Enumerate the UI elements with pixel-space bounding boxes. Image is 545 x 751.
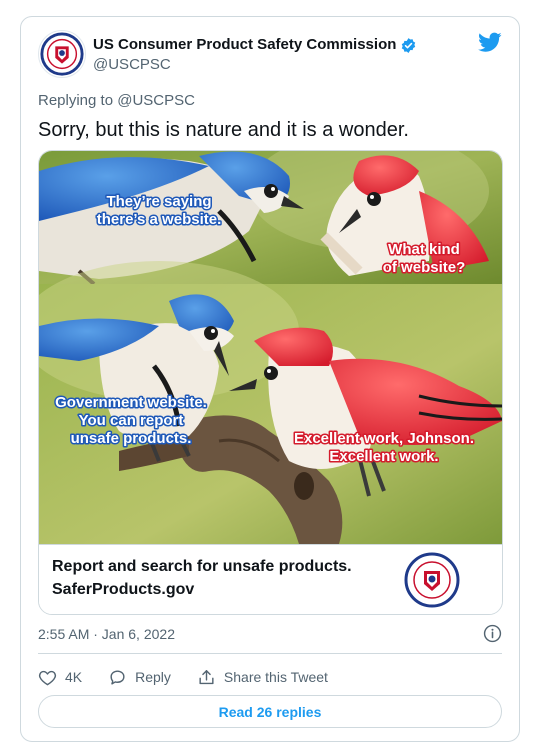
like-count[interactable]: 4K — [65, 669, 82, 685]
share-label[interactable]: Share this Tweet — [224, 669, 328, 685]
caption-bottom-left-2: You can report — [79, 412, 184, 429]
reply-action[interactable]: Reply — [108, 668, 171, 687]
replying-to-handle[interactable]: @USCPSC — [117, 92, 195, 109]
tweet-header: US Consumer Product Safety Commission @U… — [38, 30, 502, 80]
author-avatar[interactable] — [38, 30, 86, 78]
caption-bottom-left-3: unsafe products. — [71, 430, 192, 447]
replying-to-prefix: Replying to — [38, 92, 114, 109]
info-icon[interactable] — [483, 624, 502, 643]
heart-icon[interactable] — [38, 668, 57, 687]
reply-label[interactable]: Reply — [135, 669, 171, 685]
caption-bottom-right-2: Excellent work. — [329, 448, 438, 465]
link-card-domain[interactable]: SaferProducts.gov — [52, 581, 194, 599]
author-handle[interactable]: @USCPSC — [93, 55, 417, 75]
reply-bubble-icon[interactable] — [108, 668, 127, 687]
caption-top-right-1: What kind — [388, 241, 460, 258]
tweet-media[interactable]: They’re saying there’s a website. What k… — [38, 150, 503, 615]
author-name-row[interactable]: US Consumer Product Safety Commission — [93, 35, 417, 55]
caption-bottom-left-1: Government website. — [55, 394, 207, 411]
author-block: US Consumer Product Safety Commission @U… — [93, 35, 417, 75]
divider — [38, 653, 502, 654]
meme-image[interactable]: They’re saying there’s a website. What k… — [39, 151, 502, 544]
tweet-timestamp[interactable]: 2:55 AM · Jan 6, 2022 — [38, 626, 175, 642]
replying-to: Replying to @USCPSC — [38, 92, 195, 109]
link-card[interactable]: Report and search for unsafe products. S… — [39, 544, 502, 614]
tweet-card: US Consumer Product Safety Commission @U… — [20, 16, 520, 742]
author-name[interactable]: US Consumer Product Safety Commission — [93, 35, 396, 55]
link-card-title[interactable]: Report and search for unsafe products. — [52, 558, 352, 576]
cpsc-seal-icon — [404, 552, 460, 608]
read-replies-button[interactable]: Read 26 replies — [38, 695, 502, 728]
twitter-bird-icon[interactable] — [478, 30, 502, 54]
tweet-actions: 4K Reply Share this Tweet — [38, 665, 354, 689]
tweet-text: Sorry, but this is nature and it is a wo… — [38, 119, 409, 141]
caption-top-left-2: there’s a website. — [97, 211, 222, 228]
share-icon[interactable] — [197, 668, 216, 687]
read-replies-label[interactable]: Read 26 replies — [219, 704, 322, 720]
caption-top-left-1: They’re saying — [106, 193, 211, 210]
caption-top-right-2: of website? — [383, 259, 466, 276]
share-action[interactable]: Share this Tweet — [197, 668, 328, 687]
verified-badge-icon — [402, 37, 416, 53]
like-action[interactable]: 4K — [38, 668, 82, 687]
caption-bottom-right-1: Excellent work, Johnson. — [294, 430, 474, 447]
